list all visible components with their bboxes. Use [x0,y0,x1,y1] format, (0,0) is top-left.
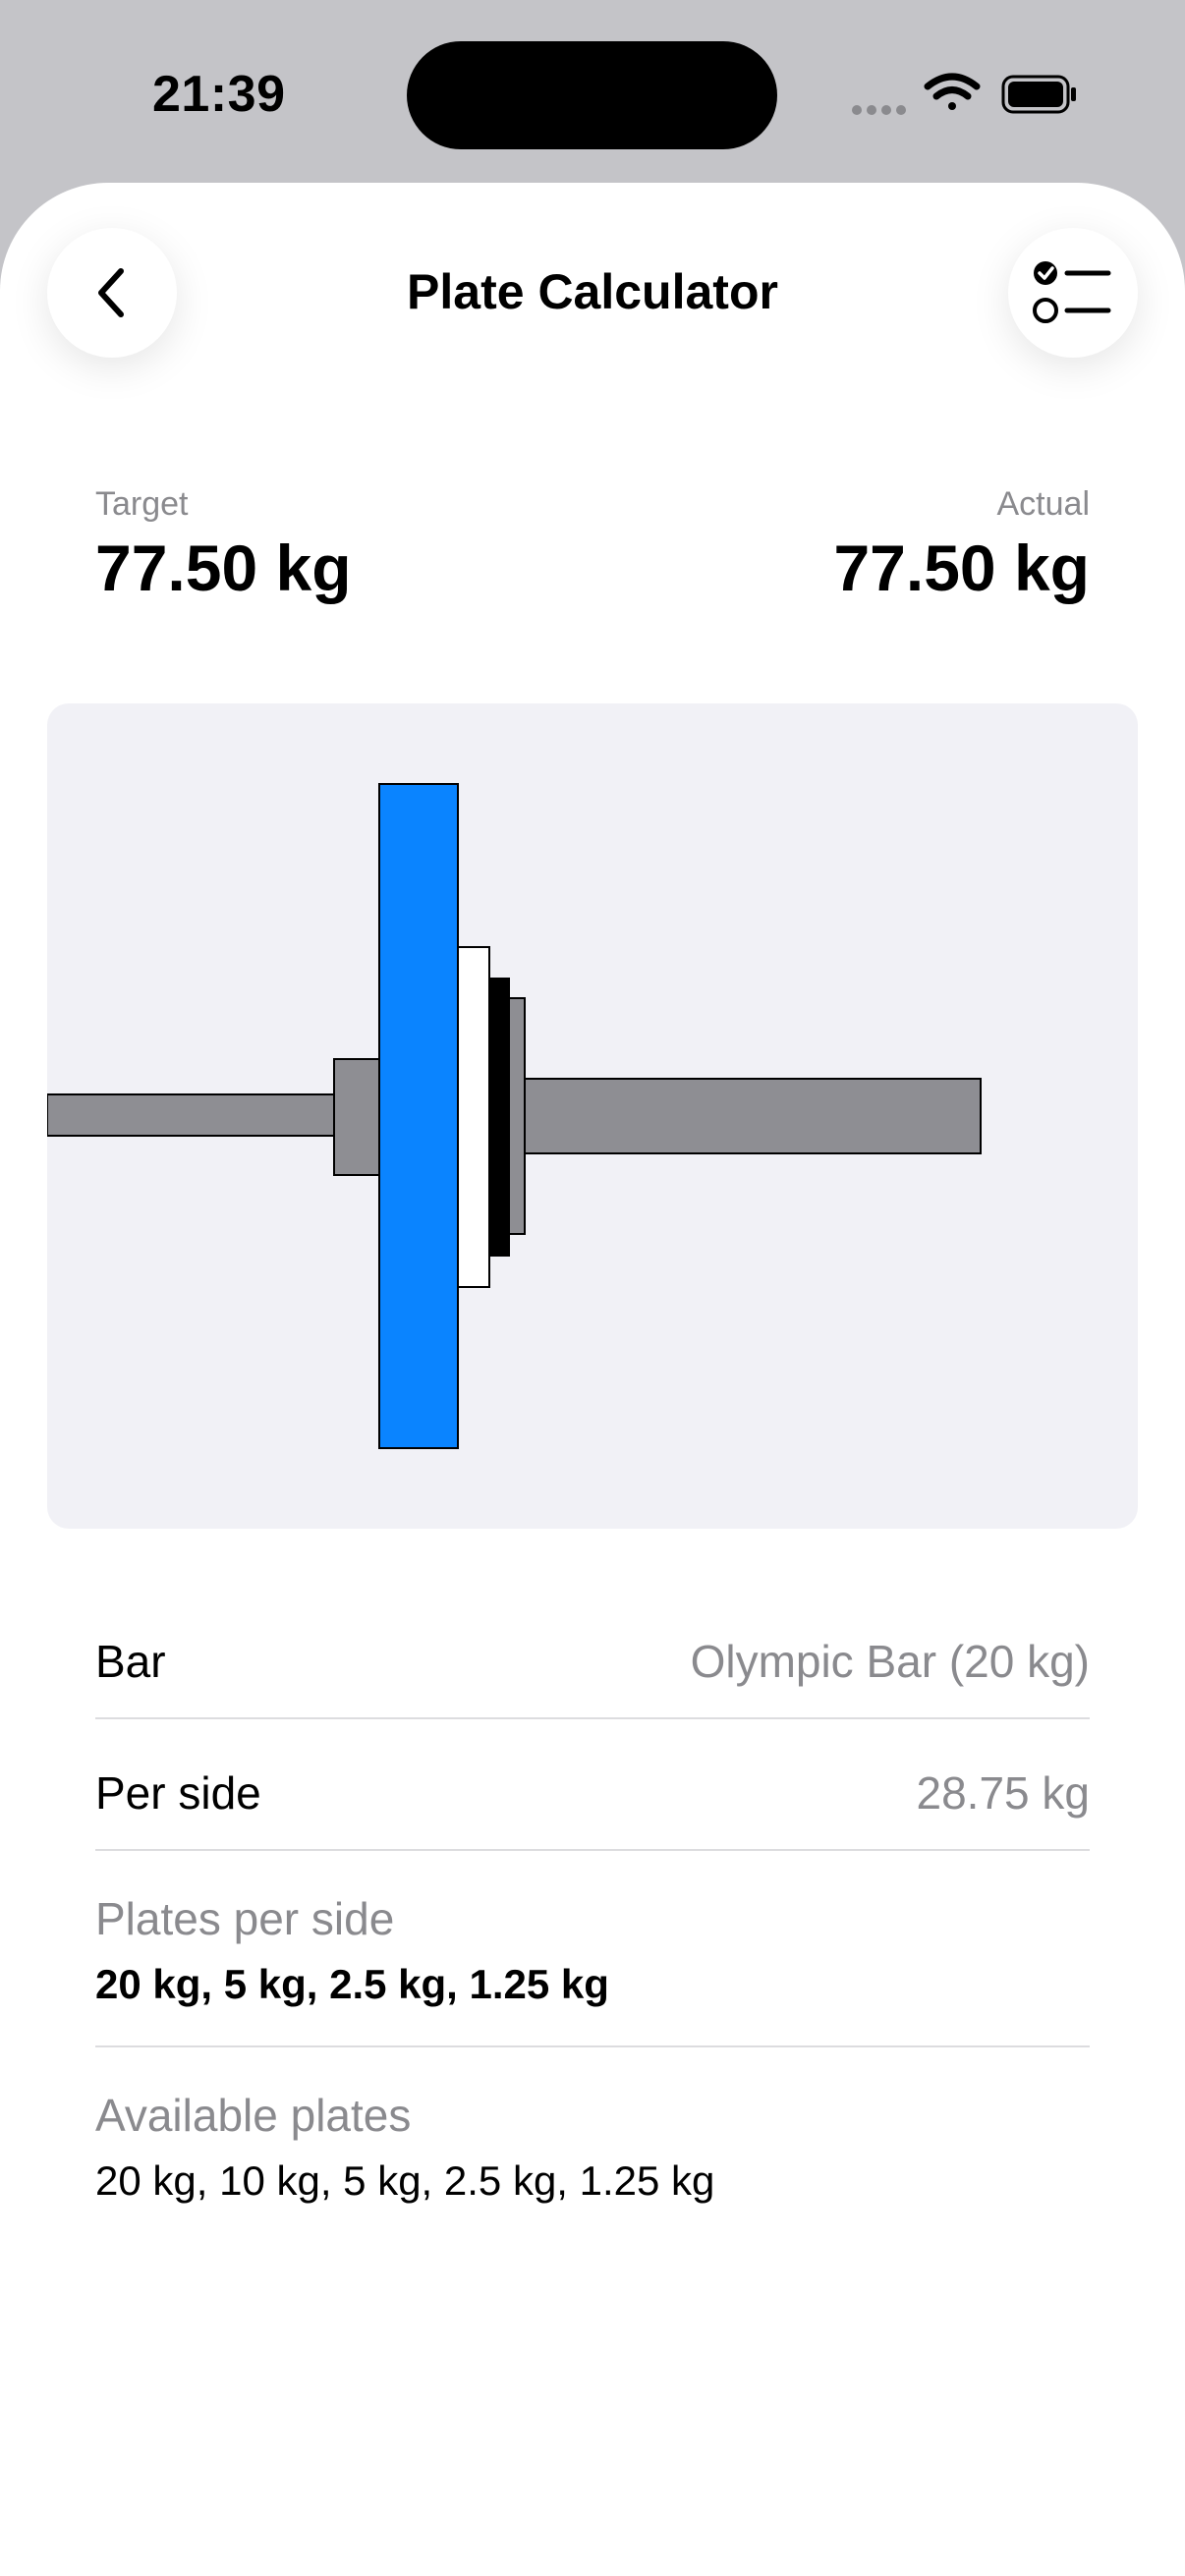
available-plates-row: Available plates 20 kg, 10 kg, 5 kg, 2.5… [95,2047,1090,2244]
bar-row[interactable]: Bar Olympic Bar (20 kg) [95,1588,1090,1719]
wifi-icon [924,73,981,110]
signal-icon [852,105,906,115]
status-icons [852,73,1076,115]
plate-5kg [457,946,490,1288]
barbell-svg [47,783,982,1449]
per-side-row: Per side 28.75 kg [95,1719,1090,1851]
bar-label: Bar [95,1636,166,1687]
plates-per-side-value: 20 kg, 5 kg, 2.5 kg, 1.25 kg [95,1961,609,2007]
status-time: 21:39 [152,66,286,123]
checklist-icon [1033,261,1111,323]
bar-collar [333,1058,380,1176]
available-plates-label: Available plates [95,2090,412,2141]
available-plates-value: 20 kg, 10 kg, 5 kg, 2.5 kg, 1.25 kg [95,2157,715,2204]
actual-value: 77.50 kg [833,532,1090,604]
bar-shaft [47,1093,341,1137]
target-label: Target [95,485,189,523]
battery-icon [1001,75,1076,114]
bar-value: Olympic Bar (20 kg) [690,1636,1090,1687]
plates-per-side-row: Plates per side 20 kg, 5 kg, 2.5 kg, 1.2… [95,1851,1090,2047]
plates-per-side-label: Plates per side [95,1893,395,1944]
actual-label: Actual [996,485,1091,523]
dynamic-island [407,41,777,149]
target-value: 77.50 kg [95,532,352,604]
per-side-label: Per side [95,1767,261,1819]
barbell-diagram [47,703,1138,1529]
checklist-button[interactable] [1008,228,1138,358]
plate-2-5kg [486,978,510,1257]
plate-20kg [378,783,459,1449]
bar-sleeve [508,1078,982,1154]
per-side-value: 28.75 kg [916,1767,1090,1819]
status-bar: 21:39 [0,0,1185,183]
